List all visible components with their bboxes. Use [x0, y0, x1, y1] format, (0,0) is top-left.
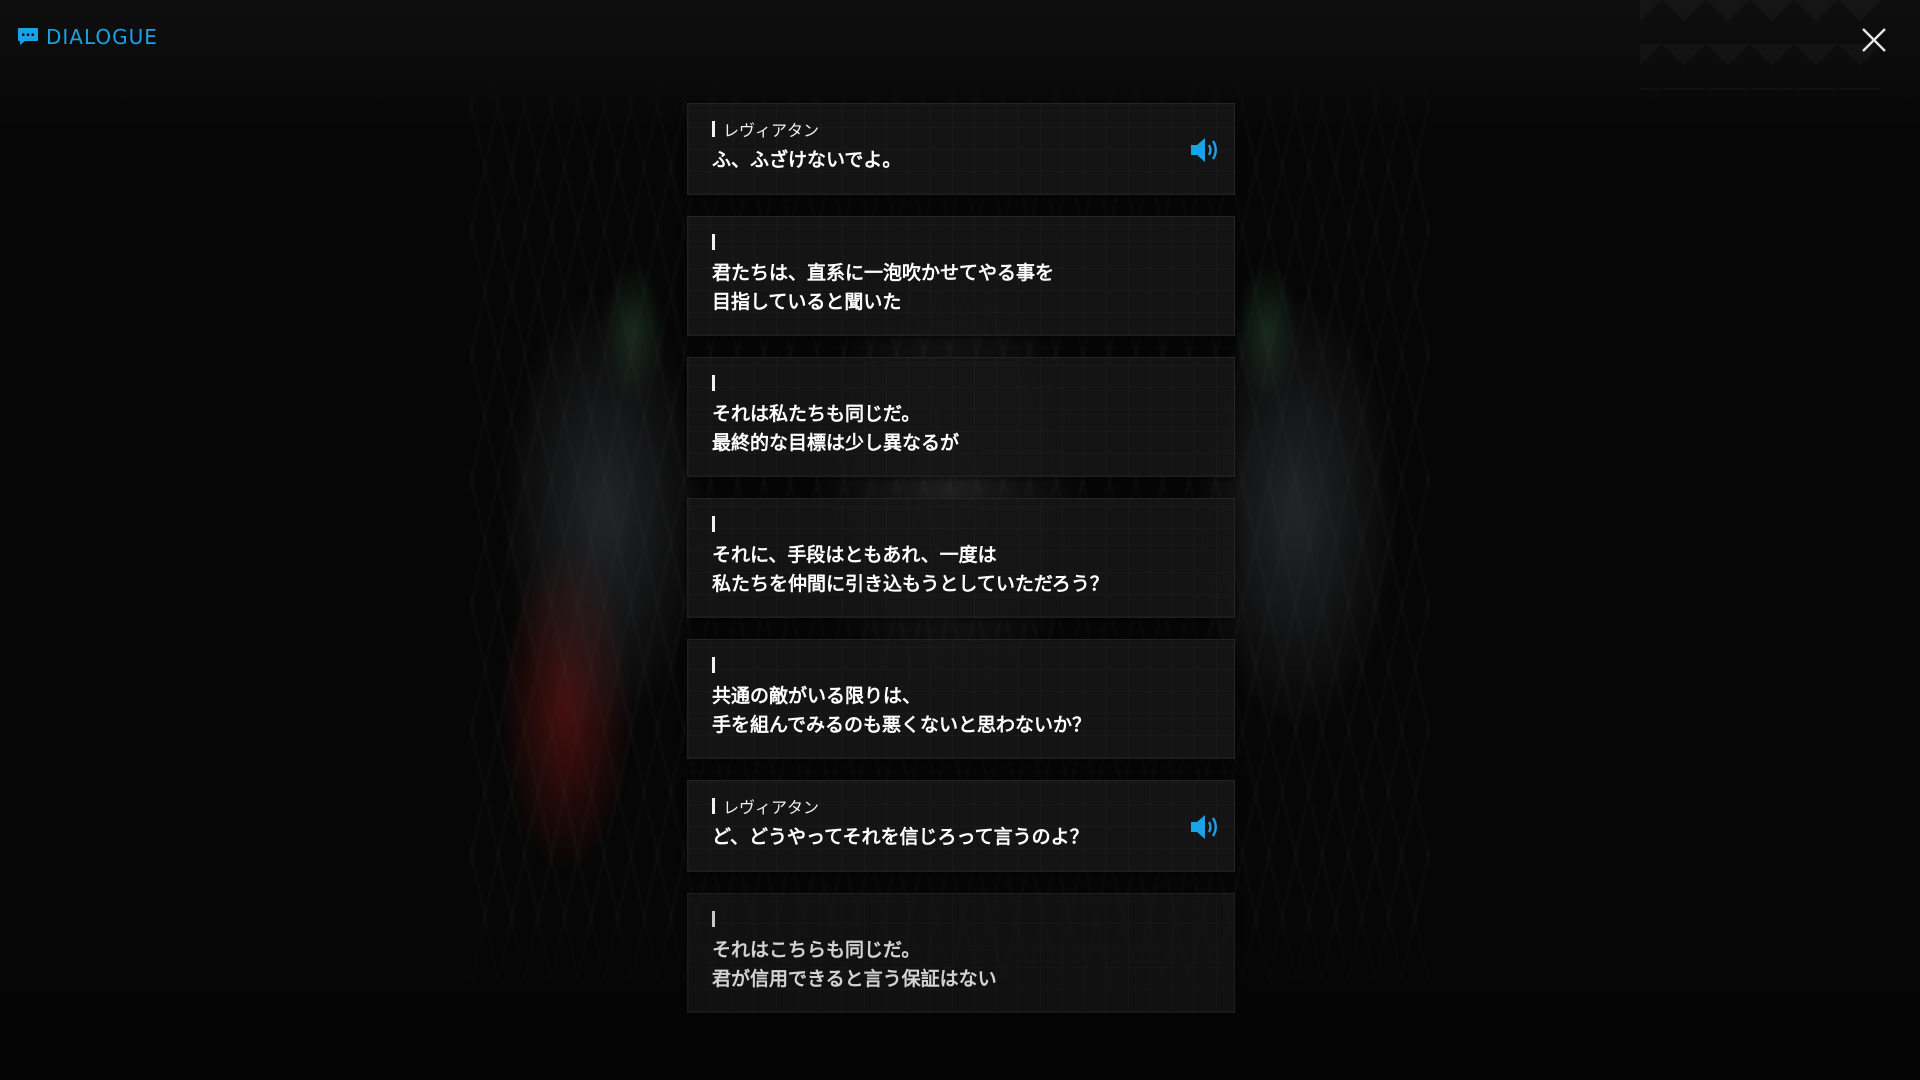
- chat-bubble-icon: [18, 28, 38, 45]
- dialogue-line: それに、手段はともあれ、一度は: [712, 544, 997, 566]
- dialogue-entry: レヴィアタン ど、どうやってそれを信じろって言うのよ？: [687, 780, 1235, 872]
- dialogue-line: 私たちを仲間に引き込もうとしていただろう？: [712, 573, 1109, 595]
- speaker-row: [712, 909, 1210, 929]
- speaker-row: レヴィアタン: [712, 796, 1210, 817]
- close-button[interactable]: [1856, 22, 1892, 58]
- dialogue-log[interactable]: レヴィアタン ふ、ふざけないでよ。 君たちは、直系に一泡吹かせてやる事を 目指し: [687, 103, 1235, 1034]
- dialogue-line: 君が信用できると言う保証はない: [712, 968, 997, 990]
- dialogue-text: 共通の敵がいる限りは、 手を組んでみるのも悪くないと思わないか？: [712, 682, 1210, 740]
- dialogue-line: それは私たちも同じだ。: [712, 403, 921, 425]
- speaker-marker: [712, 798, 715, 814]
- speaker-row: [712, 373, 1210, 393]
- speaker-marker: [712, 121, 715, 137]
- dialogue-entry: レヴィアタン ふ、ふざけないでよ。: [687, 103, 1235, 195]
- speaker-row: [712, 655, 1210, 675]
- dialogue-line: 目指していると聞いた: [712, 291, 902, 313]
- speaker-row: [712, 232, 1210, 252]
- speaker-marker: [712, 375, 715, 391]
- close-icon: [1862, 28, 1886, 52]
- voice-play-button[interactable]: [1188, 812, 1224, 842]
- speaker-marker: [712, 516, 715, 532]
- dialogue-line: 手を組んでみるのも悪くないと思わないか？: [712, 714, 1092, 736]
- dialogue-text: ど、どうやってそれを信じろって言うのよ？: [712, 823, 1210, 852]
- dialogue-text: それは私たちも同じだ。 最終的な目標は少し異なるが: [712, 400, 1210, 458]
- speaker-name: レヴィアタン: [723, 121, 820, 140]
- dialogue-entry: それはこちらも同じだ。 君が信用できると言う保証はない: [687, 893, 1235, 1013]
- page-title-text: DIALOGUE: [46, 25, 158, 49]
- dialogue-line: 君たちは、直系に一泡吹かせてやる事を: [712, 262, 1055, 284]
- dialogue-entry: 君たちは、直系に一泡吹かせてやる事を 目指していると聞いた: [687, 216, 1235, 336]
- dialogue-log-screen: DIALOGUE レヴィアタン ふ、ふざけないでよ。 君たちは、直系に一泡吹かせ…: [0, 0, 1920, 1080]
- speaker-row: [712, 514, 1210, 534]
- dialogue-entry: それに、手段はともあれ、一度は 私たちを仲間に引き込もうとしていただろう？: [687, 498, 1235, 618]
- dialogue-text: それはこちらも同じだ。 君が信用できると言う保証はない: [712, 936, 1210, 994]
- speaker-marker: [712, 657, 715, 673]
- dialogue-line: 共通の敵がいる限りは、: [712, 685, 922, 707]
- dialogue-entry: 共通の敵がいる限りは、 手を組んでみるのも悪くないと思わないか？: [687, 639, 1235, 759]
- page-title: DIALOGUE: [17, 25, 158, 49]
- dialogue-line: それはこちらも同じだ。: [712, 939, 921, 961]
- voice-play-button[interactable]: [1188, 135, 1224, 165]
- dialogue-entry: それは私たちも同じだ。 最終的な目標は少し異なるが: [687, 357, 1235, 477]
- speaker-marker: [712, 234, 715, 250]
- dialogue-text: 君たちは、直系に一泡吹かせてやる事を 目指していると聞いた: [712, 259, 1210, 317]
- speaker-volume-icon: [1191, 138, 1217, 162]
- dialogue-line: ど、どうやってそれを信じろって言うのよ？: [712, 826, 1089, 848]
- dialogue-line: 最終的な目標は少し異なるが: [712, 432, 960, 454]
- dialogue-line: ふ、ふざけないでよ。: [712, 149, 902, 171]
- corner-decoration: [1640, 0, 1880, 90]
- dialogue-text: ふ、ふざけないでよ。: [712, 146, 1210, 175]
- dialogue-text: それに、手段はともあれ、一度は 私たちを仲間に引き込もうとしていただろう？: [712, 541, 1210, 599]
- speaker-name: レヴィアタン: [723, 798, 820, 817]
- speaker-marker: [712, 911, 715, 927]
- speaker-row: レヴィアタン: [712, 119, 1210, 140]
- speaker-volume-icon: [1191, 815, 1217, 839]
